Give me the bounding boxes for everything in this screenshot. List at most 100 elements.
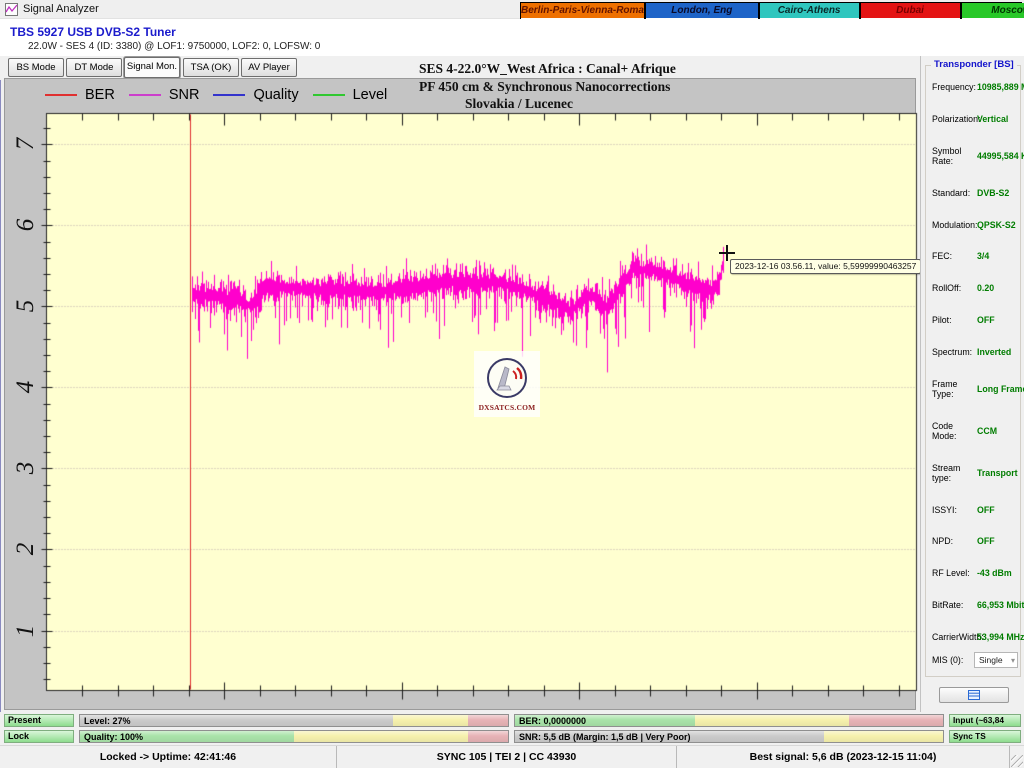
field-label: Symbol Rate: [932, 146, 977, 166]
legend-item-ber: BER [45, 87, 115, 103]
field-value: 0.20 [977, 283, 994, 293]
field-value: 53,994 MHz [977, 632, 1024, 642]
chevron-down-icon: ▾ [1011, 656, 1015, 665]
mis-selected-value: Single [979, 655, 1003, 665]
tab-dt-mode[interactable]: DT Mode [66, 58, 122, 77]
ber-line-swatch [45, 94, 77, 96]
satellite-dish-icon [485, 357, 529, 403]
tab-av-player[interactable]: AV Player [241, 58, 297, 77]
field-label: RollOff: [932, 283, 977, 293]
chart-title-line1: SES 4-22.0°W_West Africa : Canal+ Afriqu… [419, 60, 839, 78]
y-axis-tick-label: 1 [11, 616, 41, 646]
transponder-row: Frame Type:Long Frame [932, 379, 1018, 399]
signal-monitor-panel: SES 4-22.0°W_West Africa : Canal+ Afriqu… [4, 78, 916, 710]
field-value: Long Frame [977, 384, 1024, 394]
tuner-details: 22.0W - SES 4 (ID: 3380) @ LOF1: 9750000… [28, 41, 320, 52]
field-value: OFF [977, 536, 995, 546]
ber-meter-label: BER: 0,0000000 [519, 715, 586, 727]
clock-city-label: Dubai [861, 3, 960, 18]
tab-signal-mon[interactable]: Signal Mon. [124, 57, 180, 78]
y-axis-tick-label: 5 [11, 291, 41, 321]
field-label: Pilot: [932, 315, 977, 325]
clock-city-label: Berlin-Paris-Vienna-Roma [521, 3, 644, 18]
tuner-info-area: TBS 5927 USB DVB-S2 Tuner 22.0W - SES 4 … [0, 19, 1024, 56]
field-label: Stream type: [932, 463, 977, 483]
chart-title: SES 4-22.0°W_West Africa : Canal+ Afriqu… [419, 60, 839, 113]
y-axis-tick-label: 7 [11, 129, 41, 159]
legend-label: Quality [253, 87, 298, 103]
field-value: Vertical [977, 114, 1008, 124]
status-sync-counters: SYNC 105 | TEI 2 | CC 43930 [337, 746, 677, 768]
transponder-panel: Transponder [BS] Frequency:10985,889 MHz… [920, 56, 1024, 712]
legend-item-snr: SNR [129, 87, 200, 103]
tab-bs-mode[interactable]: BS Mode [8, 58, 64, 77]
tuner-name: TBS 5927 USB DVB-S2 Tuner [10, 25, 176, 39]
transponder-groupbox-title: Transponder [BS] [931, 59, 1017, 70]
y-axis-tick-label: 4 [11, 372, 41, 402]
transponder-row: NPD:OFF [932, 536, 1018, 546]
level-meter: Level: 27% [79, 714, 509, 727]
mis-row: MIS (0): Single ▾ [932, 652, 1018, 668]
tab-tsa[interactable]: TSA (OK) [183, 58, 239, 77]
field-label: CarrierWidth: [932, 632, 977, 642]
level-meter-label: Level: 27% [84, 715, 131, 727]
transponder-row: Standard:DVB-S2 [932, 188, 1018, 198]
sync-ts-indicator: Sync TS [949, 730, 1021, 743]
field-label: RF Level: [932, 568, 977, 578]
legend-label: BER [85, 87, 115, 103]
field-value: DVB-S2 [977, 188, 1009, 198]
field-value: Inverted [977, 347, 1011, 357]
dxsatcs-watermark: DXSATCS.COM [474, 351, 540, 417]
transponder-row: RollOff:0.20 [932, 283, 1018, 293]
field-value: -43 dBm [977, 568, 1012, 578]
transponder-row: Pilot:OFF [932, 315, 1018, 325]
legend-label: Level [353, 87, 388, 103]
field-value: 66,953 Mbit/s [977, 600, 1024, 610]
field-value: Transport [977, 468, 1018, 478]
transponder-row: Symbol Rate:44995,584 KS/s [932, 146, 1018, 166]
watermark-text: DXSATCS.COM [479, 403, 536, 412]
transponder-groupbox: Transponder [BS] Frequency:10985,889 MHz… [925, 65, 1021, 677]
transponder-row: Polarization:Vertical [932, 114, 1018, 124]
transponder-row: CarrierWidth:53,994 MHz [932, 632, 1018, 642]
transponder-row: Frequency:10985,889 MHz [932, 82, 1018, 92]
field-label: Spectrum: [932, 347, 977, 357]
field-label: BitRate: [932, 600, 977, 610]
bar-row-2: Lock Quality: 100% SNR: 5,5 dB (Margin: … [0, 730, 1024, 743]
mis-dropdown[interactable]: Single ▾ [974, 652, 1018, 668]
resize-grip[interactable] [1011, 755, 1023, 767]
transponder-row: ISSYI:OFF [932, 505, 1018, 515]
field-value: 3/4 [977, 251, 989, 261]
clock-city-label: Cairo-Athens [760, 3, 859, 18]
field-value: CCM [977, 426, 997, 436]
field-label: ISSYI: [932, 505, 977, 515]
status-best-signal: Best signal: 5,6 dB (2023-12-15 11:04) [677, 746, 1010, 768]
field-value: 10985,889 MHz [977, 82, 1024, 92]
value-tooltip: 2023-12-16 03.56.11, value: 5,5999999046… [730, 259, 921, 274]
transponder-row: BitRate:66,953 Mbit/s [932, 600, 1018, 610]
snr-meter: SNR: 5,5 dB (Margin: 1,5 dB | Very Poor) [514, 730, 944, 743]
y-axis-tick-label: 6 [11, 210, 41, 240]
field-label: NPD: [932, 536, 977, 546]
list-icon [968, 690, 980, 700]
status-lock-uptime: Locked -> Uptime: 42:41:46 [0, 746, 337, 768]
field-label: Frequency: [932, 82, 977, 92]
app-icon [5, 3, 18, 16]
y-axis-tick-label: 2 [11, 534, 41, 564]
transponder-row: Stream type:Transport [932, 463, 1018, 483]
field-label: FEC: [932, 251, 977, 261]
field-label: Polarization: [932, 114, 977, 124]
chart-title-line3: Slovakia / Lucenec [419, 95, 839, 113]
field-value: 44995,584 KS/s [977, 151, 1024, 161]
mis-label: MIS (0): [932, 655, 974, 665]
transponder-row: Code Mode:CCM [932, 421, 1018, 441]
y-axis-tick-label: 3 [11, 453, 41, 483]
snr-line-swatch [129, 94, 161, 96]
transponder-row: FEC:3/4 [932, 251, 1018, 261]
chart-legend: BER SNR Quality Level [45, 85, 387, 105]
transponder-row: Spectrum:Inverted [932, 347, 1018, 357]
quality-meter-label: Quality: 100% [84, 731, 143, 743]
field-label: Standard: [932, 188, 977, 198]
input-rate-indicator: Input (~63,84 Mbps) [949, 714, 1021, 727]
transponder-list-button[interactable] [939, 687, 1009, 703]
